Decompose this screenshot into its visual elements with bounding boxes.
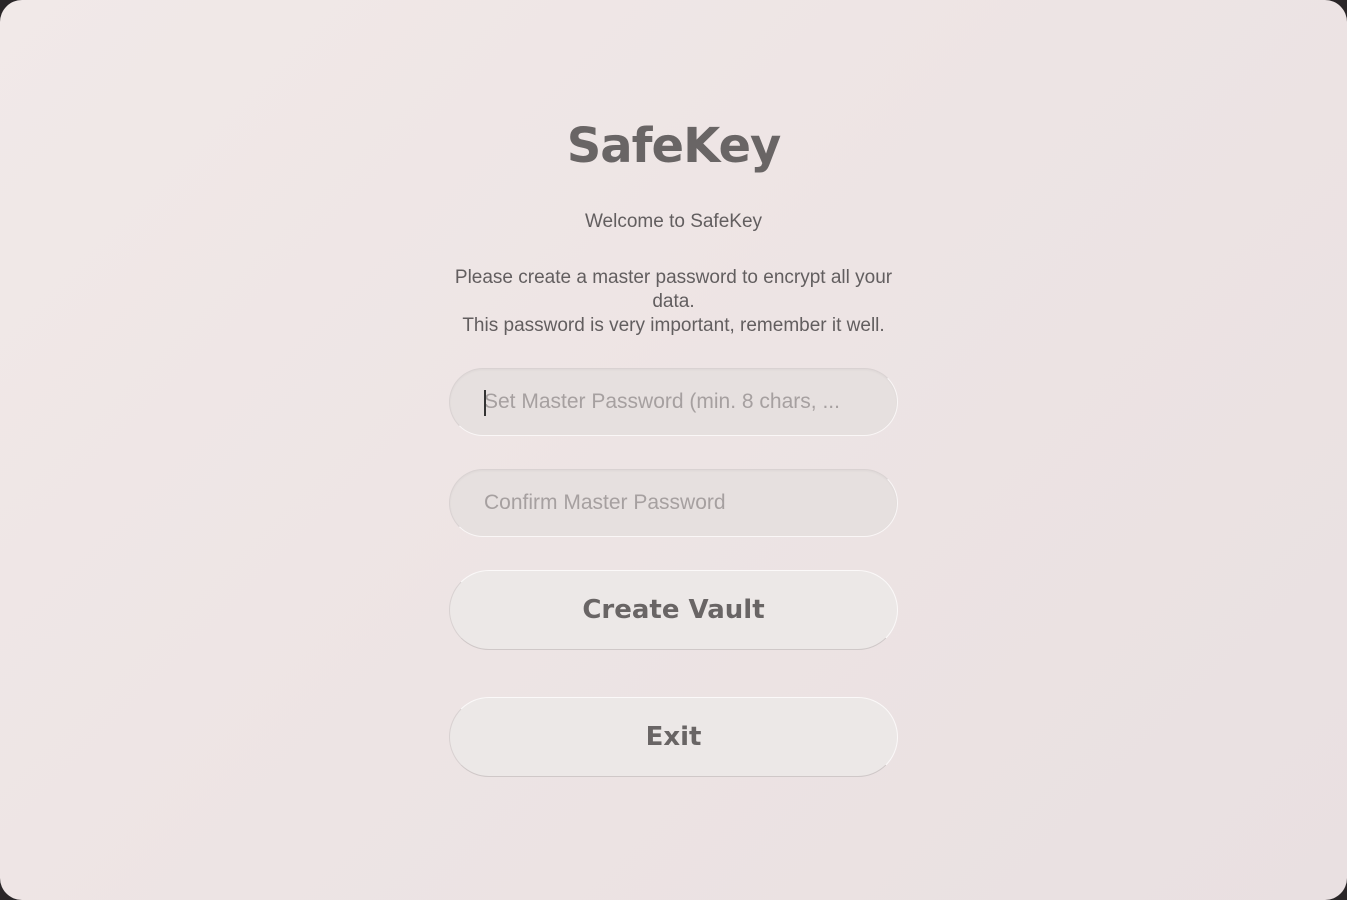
exit-button[interactable]: Exit	[449, 697, 898, 777]
setup-window: SafeKey Welcome to SafeKey Please create…	[0, 0, 1347, 900]
text-caret	[484, 390, 486, 416]
description-line-2: This password is very important, remembe…	[462, 315, 885, 336]
confirm-password-input[interactable]	[484, 470, 864, 536]
welcome-text: Welcome to SafeKey	[584, 211, 763, 232]
master-password-input[interactable]	[484, 369, 864, 435]
create-vault-button[interactable]: Create Vault	[449, 570, 898, 650]
description-text: Please create a master password to encry…	[448, 266, 899, 338]
description-line-1: Please create a master password to encry…	[454, 267, 893, 312]
app-title: SafeKey	[566, 118, 782, 174]
confirm-password-field[interactable]	[449, 469, 898, 537]
master-password-field[interactable]	[449, 368, 898, 436]
